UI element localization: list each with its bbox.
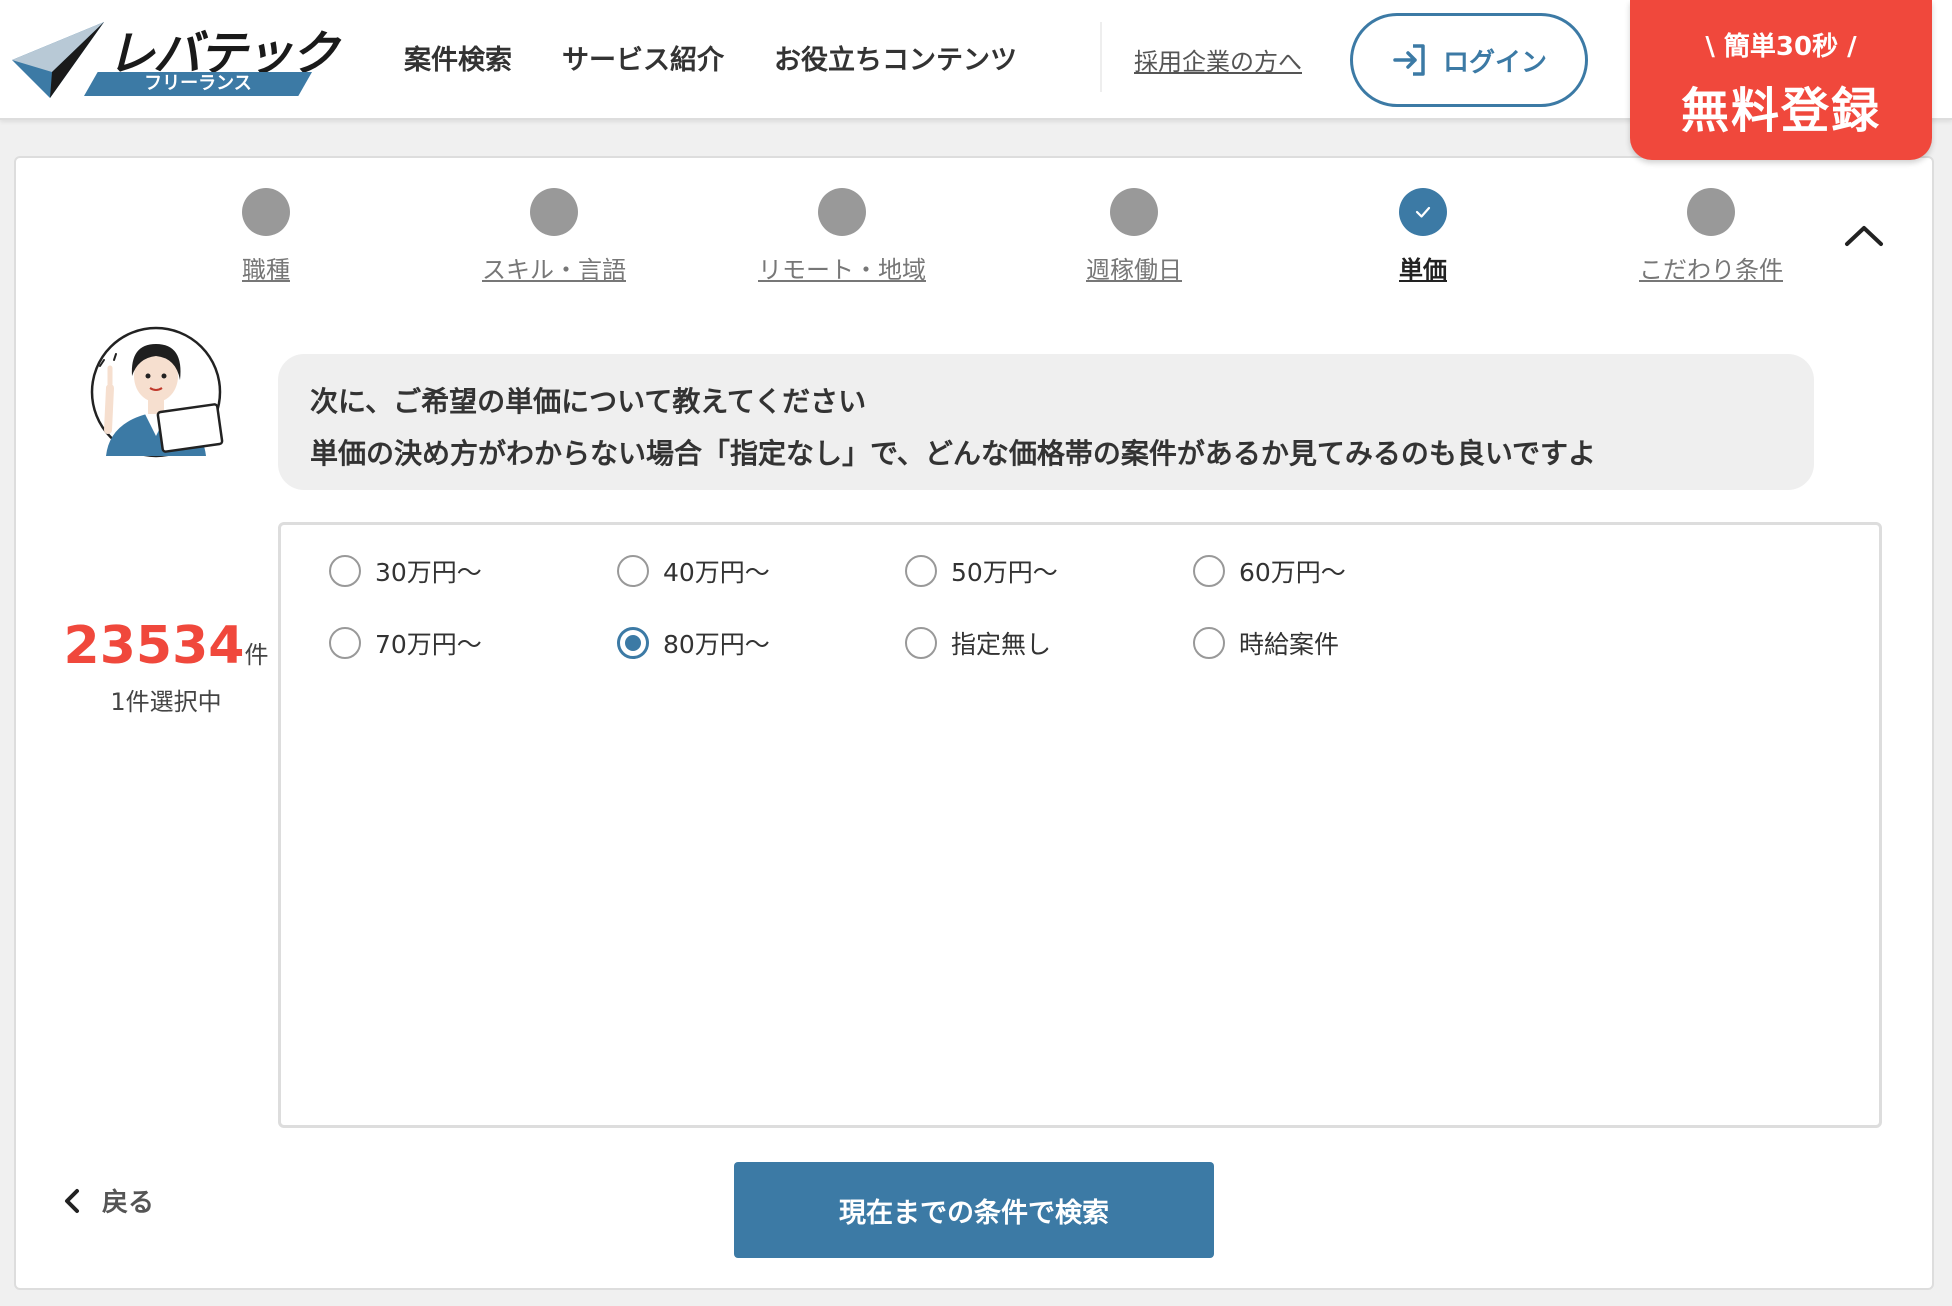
radio-button[interactable] <box>329 627 361 659</box>
message-line-2: 単価の決め方がわからない場合「指定なし」で、どんな価格帯の案件があるか見てみるの… <box>310 437 1597 470</box>
step-label: こだわり条件 <box>1639 256 1783 284</box>
login-label: ログイン <box>1442 47 1547 78</box>
nav-divider <box>1100 22 1102 92</box>
check-icon <box>1415 206 1431 218</box>
step-rate[interactable]: 単価 <box>1313 188 1533 285</box>
nav-item-services[interactable]: サービス紹介 <box>562 38 724 77</box>
register-subtitle: \ 簡単30秒 / <box>1705 32 1857 62</box>
option-60man[interactable]: 60万円〜 <box>1193 553 1346 589</box>
option-label: 時給案件 <box>1239 630 1340 659</box>
register-label: 無料登録 <box>1680 83 1881 139</box>
step-label: 職種 <box>242 256 290 284</box>
login-button[interactable]: ログイン <box>1350 13 1588 107</box>
corporate-link[interactable]: 採用企業の方へ <box>1134 42 1302 77</box>
step-weekly-days[interactable]: 週稼働日 <box>1024 188 1244 285</box>
option-70man[interactable]: 70万円〜 <box>329 625 482 661</box>
main-nav: 案件検索 サービス紹介 お役立ちコンテンツ <box>404 38 1017 77</box>
radio-button[interactable] <box>617 555 649 587</box>
step-dot <box>242 188 290 236</box>
option-label: 指定無し <box>951 630 1052 659</box>
count-unit: 件 <box>244 641 269 669</box>
option-label: 80万円〜 <box>663 630 770 659</box>
login-icon <box>1393 44 1425 76</box>
option-80man[interactable]: 80万円〜 <box>617 625 770 661</box>
radio-button[interactable] <box>1193 627 1225 659</box>
step-label-active: 単価 <box>1399 256 1447 284</box>
step-dot <box>818 188 866 236</box>
step-skills[interactable]: スキル・言語 <box>444 188 664 285</box>
result-count: 23534件 1件選択中 <box>56 616 276 717</box>
site-logo[interactable]: レバテック フリーランス <box>12 18 339 100</box>
step-progress: 職種 スキル・言語 リモート・地域 週稼働日 単価 こだわり条件 <box>16 158 1932 298</box>
option-label: 70万円〜 <box>375 630 482 659</box>
chevron-up-icon[interactable] <box>1842 220 1886 250</box>
option-40man[interactable]: 40万円〜 <box>617 553 770 589</box>
step-job-type[interactable]: 職種 <box>156 188 376 285</box>
radio-button-checked[interactable] <box>617 627 649 659</box>
assistant-avatar <box>90 326 224 458</box>
selected-count: 1件選択中 <box>110 688 222 716</box>
assistant-message: 次に、ご希望の単価について教えてください 単価の決め方がわからない場合「指定なし… <box>278 354 1814 490</box>
message-line-1: 次に、ご希望の単価について教えてください <box>310 385 867 418</box>
nav-item-job-search[interactable]: 案件検索 <box>404 38 512 77</box>
radio-button[interactable] <box>905 627 937 659</box>
option-unspecified[interactable]: 指定無し <box>905 625 1051 661</box>
step-label: リモート・地域 <box>758 256 926 284</box>
step-preferences[interactable]: こだわり条件 <box>1601 188 1821 285</box>
search-with-conditions-button[interactable]: 現在までの条件で検索 <box>734 1162 1214 1258</box>
option-50man[interactable]: 50万円〜 <box>905 553 1058 589</box>
nav-item-contents[interactable]: お役立ちコンテンツ <box>774 38 1017 77</box>
rate-options: 30万円〜 40万円〜 50万円〜 60万円〜 70万円〜 80万円〜 指定無し <box>278 522 1882 1128</box>
radio-button[interactable] <box>905 555 937 587</box>
back-label: 戻る <box>102 1188 155 1218</box>
chevron-left-icon <box>65 1188 79 1213</box>
radio-button[interactable] <box>329 555 361 587</box>
option-label: 40万円〜 <box>663 558 770 587</box>
option-30man[interactable]: 30万円〜 <box>329 553 482 589</box>
step-dot <box>1110 188 1158 236</box>
option-label: 30万円〜 <box>375 558 482 587</box>
step-label: 週稼働日 <box>1086 256 1182 284</box>
option-label: 60万円〜 <box>1239 558 1346 587</box>
back-button[interactable]: 戻る <box>62 1182 154 1219</box>
result-count-number: 23534件 <box>63 616 269 676</box>
option-label: 50万円〜 <box>951 558 1058 587</box>
option-hourly[interactable]: 時給案件 <box>1193 625 1339 661</box>
step-label: スキル・言語 <box>482 256 626 284</box>
logo-subtitle: フリーランス <box>84 72 312 96</box>
step-dot <box>530 188 578 236</box>
step-dot-active <box>1399 188 1447 236</box>
search-wizard-card: 職種 スキル・言語 リモート・地域 週稼働日 単価 こだわり条件 次に、ご希望の… <box>14 156 1934 1290</box>
site-header: レバテック フリーランス 案件検索 サービス紹介 お役立ちコンテンツ 採用企業の… <box>0 0 1952 160</box>
radio-button[interactable] <box>1193 555 1225 587</box>
free-register-button[interactable]: \ 簡単30秒 / 無料登録 <box>1630 0 1932 160</box>
step-remote-area[interactable]: リモート・地域 <box>732 188 952 285</box>
step-dot <box>1687 188 1735 236</box>
